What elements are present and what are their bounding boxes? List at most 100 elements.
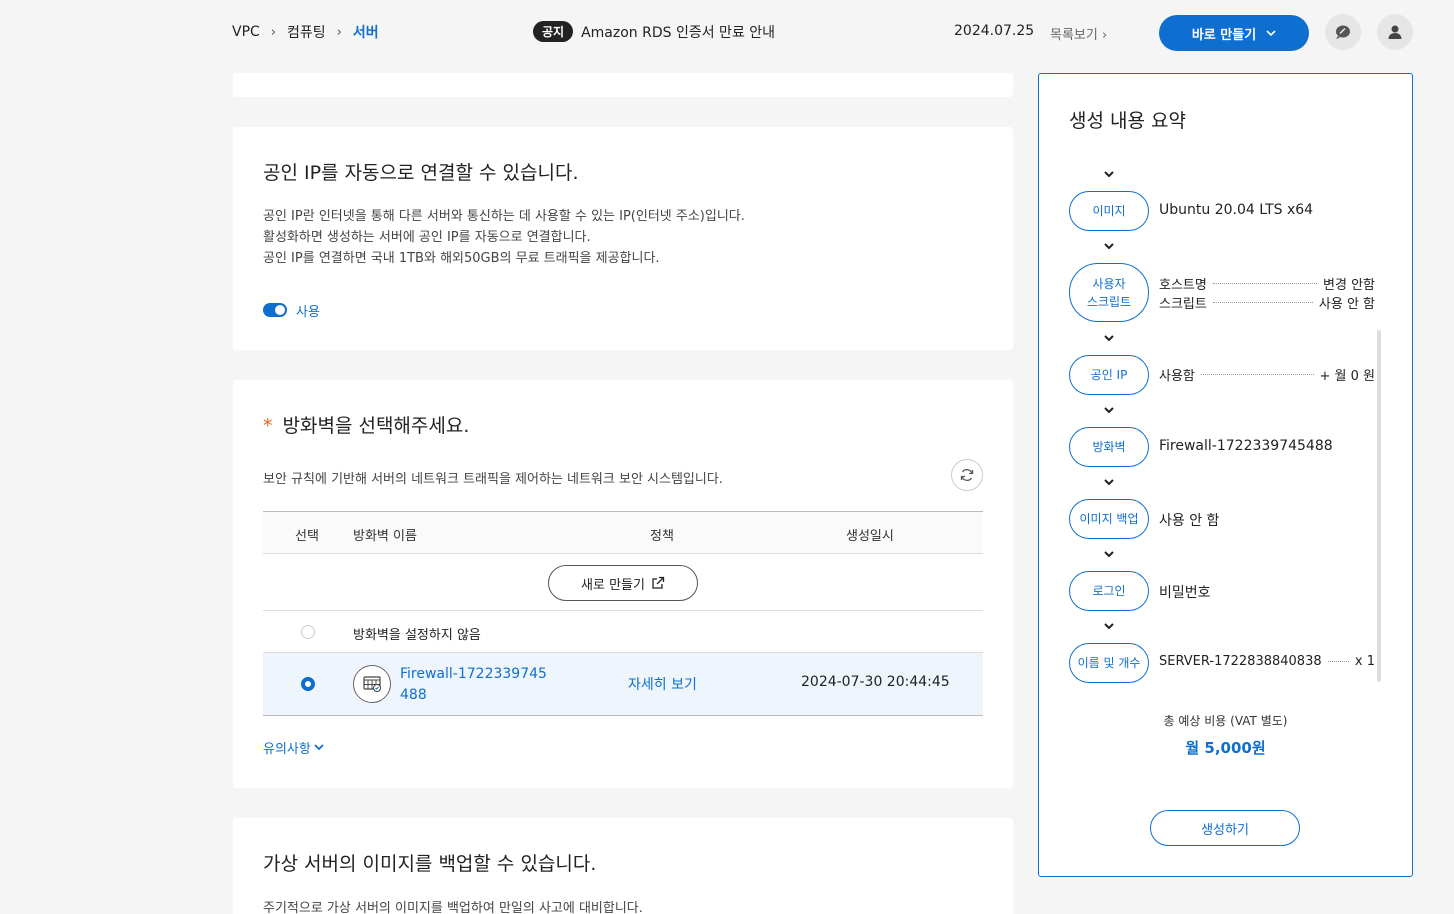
column-policy: 정책 [650, 529, 674, 544]
no-firewall-label: 방화벽을 설정하지 않음 [353, 628, 481, 643]
total-cost-value: 월 5,000원 [1185, 739, 1266, 757]
firewall-created-date: 2024-07-30 20:44:45 [801, 674, 950, 690]
public-ip-toggle-label[interactable]: 사용 [296, 301, 320, 320]
summary-step-image-backup[interactable]: 이미지 백업 [1069, 499, 1149, 539]
firewall-desc: 보안 규칙에 기반해 서버의 네트워크 트래픽을 제어하는 네트워크 보안 시스… [263, 472, 723, 487]
dotted-leader [1212, 302, 1313, 303]
chat-icon [1336, 25, 1350, 39]
summary-hostname-key: 호스트명 [1159, 278, 1207, 293]
summary-server-name: SERVER-1722838840838 [1159, 654, 1322, 669]
summary-script-value: 사용 안 함 [1318, 297, 1375, 312]
refresh-button[interactable] [951, 459, 983, 491]
breadcrumb-vpc[interactable]: VPC [232, 24, 260, 40]
refresh-icon [960, 469, 974, 481]
chat-button[interactable] [1325, 14, 1361, 50]
new-firewall-button[interactable]: 새로 만들기 [548, 565, 698, 601]
firewall-title-text: 방화벽을 선택해주세요. [282, 415, 470, 437]
firewall-icon [353, 665, 391, 703]
chevron-down-icon [1104, 407, 1114, 414]
create-now-button[interactable]: 바로 만들기 [1159, 15, 1309, 51]
required-mark: * [263, 415, 273, 437]
column-select: 선택 [295, 529, 319, 544]
summary-name-count-line: SERVER-1722838840838 x 1 [1159, 654, 1375, 669]
summary-hostname-value: 변경 안함 [1323, 278, 1375, 293]
user-button[interactable] [1377, 14, 1413, 50]
list-view-link[interactable]: 목록보기 › [1050, 24, 1107, 43]
summary-script-key: 스크립트 [1159, 297, 1207, 312]
firewall-title: * 방화벽을 선택해주세요. [263, 411, 469, 438]
chevron-down-icon [1104, 623, 1114, 630]
chevron-down-icon [1104, 171, 1114, 178]
user-icon [1388, 25, 1402, 39]
notice-text[interactable]: Amazon RDS 인증서 만료 안내 [581, 22, 775, 42]
public-ip-desc-line: 공인 IP란 인터넷을 통해 다른 서버와 통신하는 데 사용할 수 있는 IP… [263, 209, 745, 224]
summary-scrollbar[interactable] [1377, 330, 1381, 682]
total-cost-label: 총 예상 비용 (VAT 별도) [1163, 714, 1288, 728]
column-firewall-name: 방화벽 이름 [353, 529, 417, 544]
firewall-table-header: 선택 방화벽 이름 정책 생성일시 [263, 511, 983, 554]
caution-label: 유의사항 [263, 742, 311, 757]
firewall-table: 선택 방화벽 이름 정책 생성일시 새로 만들기 방화벽을 설정하지 않음 Fi… [263, 511, 983, 716]
user-script-label-line: 스크립트 [1086, 294, 1132, 309]
top-header: VPC › 컴퓨팅 › 서버 공지 Amazon RDS 인증서 만료 안내 2… [0, 0, 1454, 64]
radio-no-firewall[interactable] [301, 625, 315, 639]
create-now-label: 바로 만들기 [1191, 27, 1257, 43]
dotted-leader [1327, 661, 1349, 662]
summary-hostname-line: 호스트명 변경 안함 [1159, 274, 1375, 293]
user-script-label-line: 사용자 [1092, 276, 1126, 291]
chevron-down-icon [1104, 335, 1114, 342]
generate-button[interactable]: 생성하기 [1150, 810, 1300, 846]
summary-step-login[interactable]: 로그인 [1069, 571, 1149, 611]
firewall-name-link[interactable]: Firewall-1722339745 488 [400, 664, 560, 706]
caution-toggle[interactable]: 유의사항 [263, 738, 324, 757]
summary-panel: 생성 내용 요약 이미지 Ubuntu 20.04 LTS x64 사용자 스크… [1038, 73, 1413, 877]
new-firewall-row: 새로 만들기 [263, 554, 983, 611]
public-ip-desc-line: 공인 IP를 연결하면 국내 1TB와 해외50GB의 무료 트래픽을 제공합니… [263, 251, 660, 266]
new-firewall-label: 새로 만들기 [581, 577, 645, 593]
public-ip-card: 공인 IP를 자동으로 연결할 수 있습니다. 공인 IP란 인터넷을 통해 다… [233, 127, 1013, 350]
summary-login-value: 비밀번호 [1159, 585, 1211, 601]
chevron-down-icon [1104, 551, 1114, 558]
public-ip-title: 공인 IP를 자동으로 연결할 수 있습니다. [263, 162, 579, 184]
chevron-right-icon: › [336, 24, 342, 40]
summary-public-ip-price: + 월 0 원 [1319, 369, 1375, 384]
notice-banner[interactable]: 공지 Amazon RDS 인증서 만료 안내 [533, 21, 775, 42]
chevron-down-icon [1104, 243, 1114, 250]
firewall-name-line: 488 [400, 687, 427, 703]
table-row[interactable]: 방화벽을 설정하지 않음 [263, 611, 983, 653]
public-ip-desc-line: 활성화하면 생성하는 서버에 공인 IP를 자동으로 연결합니다. [263, 230, 591, 245]
breadcrumb-computing[interactable]: 컴퓨팅 [287, 22, 326, 42]
chevron-right-icon: › [1101, 28, 1108, 43]
table-row[interactable]: Firewall-1722339745 488 자세히 보기 2024-07-3… [263, 653, 983, 716]
notice-date: 2024.07.25 [954, 23, 1035, 39]
summary-public-ip-value: 사용함 [1159, 369, 1195, 384]
summary-step-name-count[interactable]: 이름 및 개수 [1069, 643, 1149, 683]
firewall-detail-link[interactable]: 자세히 보기 [628, 674, 697, 694]
summary-script-line: 스크립트 사용 안 함 [1159, 293, 1375, 312]
previous-section-card [233, 73, 1013, 97]
column-created: 생성일시 [846, 529, 894, 544]
summary-firewall-value: Firewall-1722339745488 [1159, 438, 1333, 454]
external-link-icon [652, 576, 665, 589]
summary-step-firewall[interactable]: 방화벽 [1069, 427, 1149, 467]
public-ip-toggle[interactable] [263, 303, 287, 317]
dotted-leader [1212, 283, 1318, 284]
breadcrumb: VPC › 컴퓨팅 › 서버 [232, 22, 379, 42]
dotted-leader [1200, 374, 1314, 375]
public-ip-desc: 공인 IP란 인터넷을 통해 다른 서버와 통신하는 데 사용할 수 있는 IP… [263, 206, 745, 269]
radio-firewall-selected[interactable] [301, 677, 315, 691]
summary-image-value: Ubuntu 20.04 LTS x64 [1159, 202, 1314, 218]
summary-image-backup-value: 사용 안 함 [1159, 513, 1220, 529]
chevron-right-icon: › [270, 24, 276, 40]
summary-step-public-ip[interactable]: 공인 IP [1069, 355, 1149, 395]
summary-server-count: x 1 [1354, 654, 1375, 669]
summary-step-image[interactable]: 이미지 [1069, 191, 1149, 231]
notice-badge: 공지 [533, 21, 574, 42]
breadcrumb-server[interactable]: 서버 [353, 22, 379, 42]
backup-desc: 주기적으로 가상 서버의 이미지를 백업하여 만일의 사고에 대비합니다. [263, 901, 643, 914]
backup-card: 가상 서버의 이미지를 백업할 수 있습니다. 주기적으로 가상 서버의 이미지… [233, 818, 1013, 914]
summary-title: 생성 내용 요약 [1069, 110, 1186, 132]
list-view-label: 목록보기 [1050, 28, 1098, 43]
firewall-card: * 방화벽을 선택해주세요. 보안 규칙에 기반해 서버의 네트워크 트래픽을 제… [233, 380, 1013, 788]
summary-step-user-script[interactable]: 사용자 스크립트 [1069, 263, 1149, 322]
